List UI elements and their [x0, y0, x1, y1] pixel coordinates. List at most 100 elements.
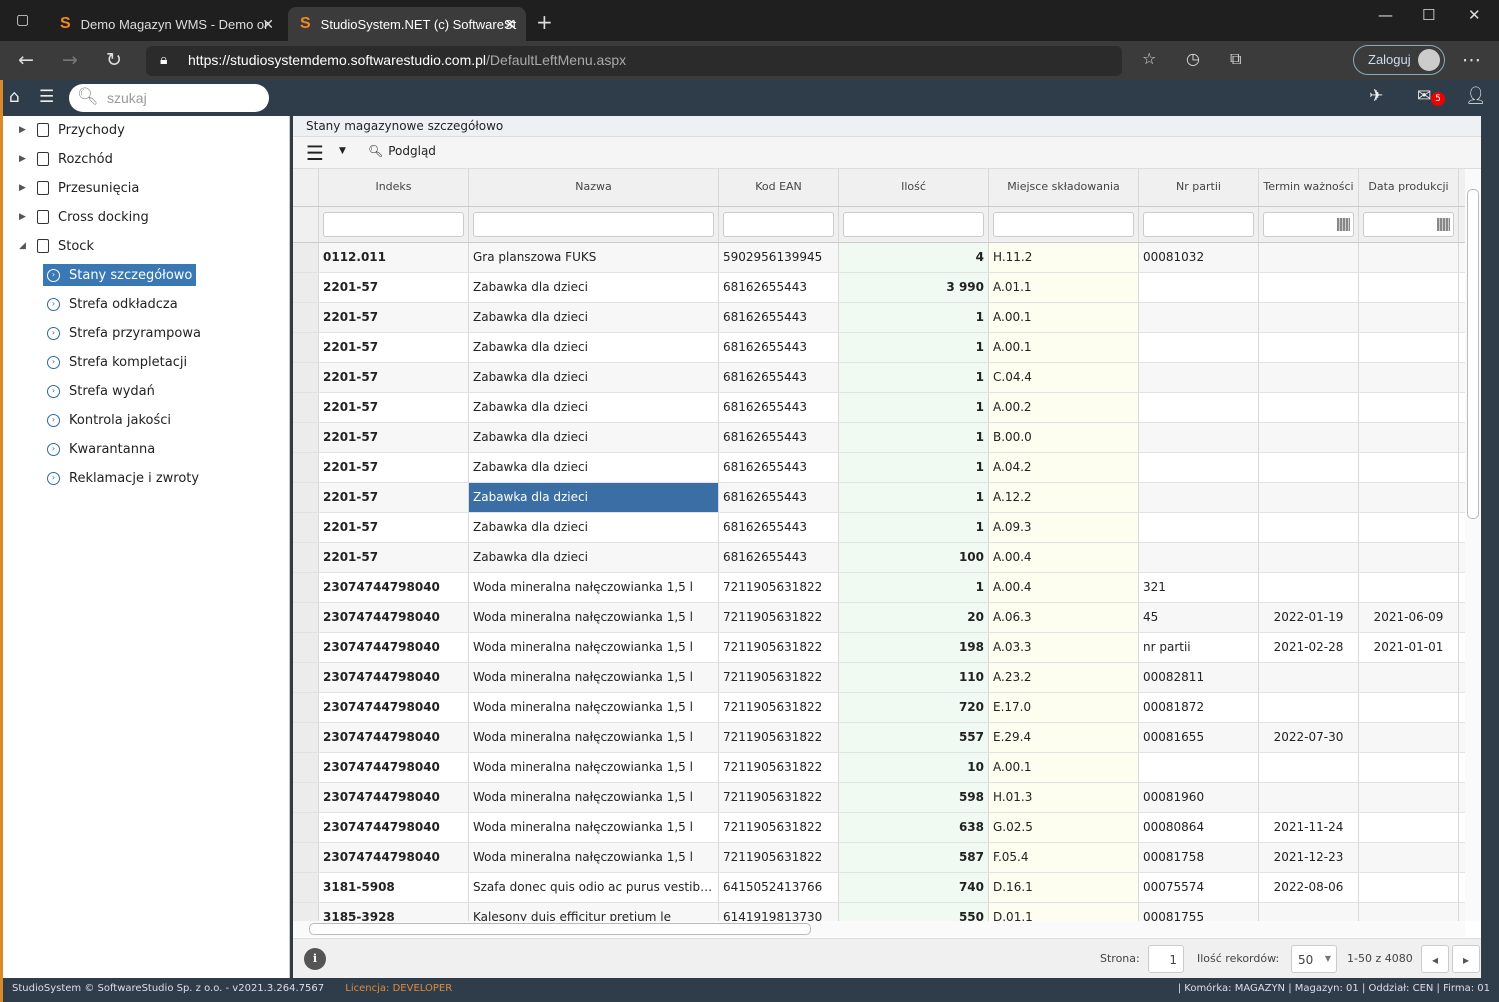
tab-actions-icon[interactable]: ▢ — [16, 12, 29, 28]
history-icon[interactable]: ◷ — [1186, 49, 1200, 68]
row-selector[interactable] — [293, 303, 319, 332]
row-selector[interactable] — [293, 483, 319, 512]
table-row[interactable]: 23074744798040 Woda mineralna nałęczowian… — [293, 723, 1465, 753]
table-cell[interactable]: 2201-57 — [319, 393, 469, 422]
table-cell[interactable]: Woda mineralna nałęczowianka 1,5 l — [469, 573, 719, 602]
table-cell[interactable]: 2021-06-09 — [1359, 603, 1459, 632]
table-cell[interactable]: Woda mineralna nałęczowianka 1,5 l — [469, 723, 719, 752]
filter-input[interactable] — [1143, 212, 1254, 237]
table-cell[interactable]: G.02.5 — [989, 813, 1139, 842]
table-cell[interactable]: 2201-57 — [319, 363, 469, 392]
column-header[interactable]: Data produkcji — [1359, 169, 1459, 206]
table-cell[interactable]: 68162655443 — [719, 483, 839, 512]
table-cell[interactable]: A.00.1 — [989, 333, 1139, 362]
table-row[interactable]: 23074744798040 Woda mineralna nałęczowian… — [293, 663, 1465, 693]
maximize-icon[interactable]: ☐ — [1422, 6, 1435, 24]
table-cell[interactable]: Zabawka dla dzieci — [469, 303, 719, 332]
table-cell[interactable]: 2022-07-30 — [1259, 723, 1359, 752]
info-icon[interactable]: i — [304, 948, 326, 970]
table-cell[interactable]: 100 — [839, 543, 989, 572]
next-page-button[interactable]: ▸ — [1452, 945, 1480, 973]
table-cell[interactable]: Zabawka dla dzieci — [469, 423, 719, 452]
table-cell[interactable]: 7211905631822 — [719, 573, 839, 602]
table-cell[interactable] — [1359, 873, 1459, 902]
table-cell[interactable]: 00081655 — [1139, 723, 1259, 752]
row-selector[interactable] — [293, 333, 319, 362]
table-cell[interactable]: 20 — [839, 603, 989, 632]
table-cell[interactable]: 1 — [839, 393, 989, 422]
table-cell[interactable]: 23074744798040 — [319, 573, 469, 602]
table-cell[interactable] — [1139, 543, 1259, 572]
table-cell[interactable]: 00080864 — [1139, 813, 1259, 842]
table-cell[interactable]: Zabawka dla dzieci — [469, 543, 719, 572]
table-cell[interactable] — [1359, 363, 1459, 392]
table-cell[interactable]: 7211905631822 — [719, 633, 839, 662]
table-cell[interactable]: D.01.1 — [989, 903, 1139, 921]
row-selector[interactable] — [293, 363, 319, 392]
table-cell[interactable] — [1359, 813, 1459, 842]
table-cell[interactable]: A.00.2 — [989, 393, 1139, 422]
table-cell[interactable] — [1359, 393, 1459, 422]
table-cell[interactable] — [1259, 333, 1359, 362]
table-cell[interactable]: 5902956139945 — [719, 243, 839, 272]
table-cell[interactable] — [1259, 513, 1359, 542]
table-cell[interactable]: B.00.0 — [989, 423, 1139, 452]
table-cell[interactable] — [1359, 723, 1459, 752]
table-row[interactable]: 23074744798040 Woda mineralna nałęczowian… — [293, 603, 1465, 633]
table-cell[interactable]: A.00.4 — [989, 543, 1139, 572]
table-cell[interactable]: 720 — [839, 693, 989, 722]
table-cell[interactable]: 7211905631822 — [719, 603, 839, 632]
table-cell[interactable]: 7211905631822 — [719, 843, 839, 872]
table-cell[interactable]: Woda mineralna nałęczowianka 1,5 l — [469, 753, 719, 782]
table-cell[interactable]: 7211905631822 — [719, 723, 839, 752]
table-cell[interactable]: 2201-57 — [319, 453, 469, 482]
table-cell[interactable]: 2201-57 — [319, 303, 469, 332]
row-selector[interactable] — [293, 603, 319, 632]
table-cell[interactable] — [1359, 333, 1459, 362]
table-cell[interactable]: 598 — [839, 783, 989, 812]
table-cell[interactable]: Zabawka dla dzieci — [469, 393, 719, 422]
table-cell[interactable]: 2201-57 — [319, 423, 469, 452]
table-cell[interactable]: 1 — [839, 303, 989, 332]
table-cell[interactable]: 23074744798040 — [319, 813, 469, 842]
table-cell[interactable]: A.06.3 — [989, 603, 1139, 632]
table-cell[interactable]: 321 — [1139, 573, 1259, 602]
table-cell[interactable]: Zabawka dla dzieci — [469, 513, 719, 542]
table-cell[interactable]: 00081758 — [1139, 843, 1259, 872]
table-cell[interactable]: 110 — [839, 663, 989, 692]
table-cell[interactable]: Woda mineralna nałęczowianka 1,5 l — [469, 663, 719, 692]
sidebar-subitem[interactable]: › Kontrola jakości — [43, 409, 175, 431]
back-icon[interactable]: ← — [18, 49, 34, 71]
url-field[interactable]: 🔒︎ https://studiosystemdemo.softwarestudi… — [146, 46, 1122, 76]
row-selector[interactable] — [293, 513, 319, 542]
row-selector[interactable] — [293, 243, 319, 272]
column-header[interactable]: Nazwa — [469, 169, 719, 206]
table-cell[interactable]: 23074744798040 — [319, 783, 469, 812]
table-cell[interactable]: 1 — [839, 363, 989, 392]
table-cell[interactable]: Szafa donec quis odio ac purus vestibulu… — [469, 873, 719, 902]
table-cell[interactable]: Zabawka dla dzieci — [469, 483, 719, 512]
sidebar-item[interactable]: ◢ Stock — [19, 235, 94, 257]
table-cell[interactable]: 1 — [839, 513, 989, 542]
filter-input[interactable] — [843, 212, 984, 237]
column-header[interactable]: Miejsce składowania — [989, 169, 1139, 206]
column-header[interactable]: Kod EAN — [719, 169, 839, 206]
table-row[interactable]: 3181-5908 Szafa donec quis odio ac purus … — [293, 873, 1465, 903]
table-cell[interactable]: 23074744798040 — [319, 843, 469, 872]
table-cell[interactable]: 00081960 — [1139, 783, 1259, 812]
table-cell[interactable]: A.00.1 — [989, 303, 1139, 332]
table-cell[interactable]: Zabawka dla dzieci — [469, 333, 719, 362]
table-cell[interactable]: 10 — [839, 753, 989, 782]
table-row[interactable]: 2201-57 Zabawka dla dzieci 68162655443 1 A.0… — [293, 453, 1465, 483]
row-selector[interactable] — [293, 393, 319, 422]
search-input[interactable]: 🔍︎ szukaj — [69, 84, 269, 112]
row-selector[interactable] — [293, 573, 319, 602]
table-cell[interactable]: 6141919813730 — [719, 903, 839, 921]
table-cell[interactable]: Woda mineralna nałęczowianka 1,5 l — [469, 843, 719, 872]
table-row[interactable]: 23074744798040 Woda mineralna nałęczowian… — [293, 813, 1465, 843]
table-cell[interactable]: nr partii — [1139, 633, 1259, 662]
table-cell[interactable]: 23074744798040 — [319, 633, 469, 662]
table-cell[interactable] — [1139, 753, 1259, 782]
table-cell[interactable]: A.01.1 — [989, 273, 1139, 302]
login-button[interactable]: Zaloguj — [1353, 45, 1445, 75]
